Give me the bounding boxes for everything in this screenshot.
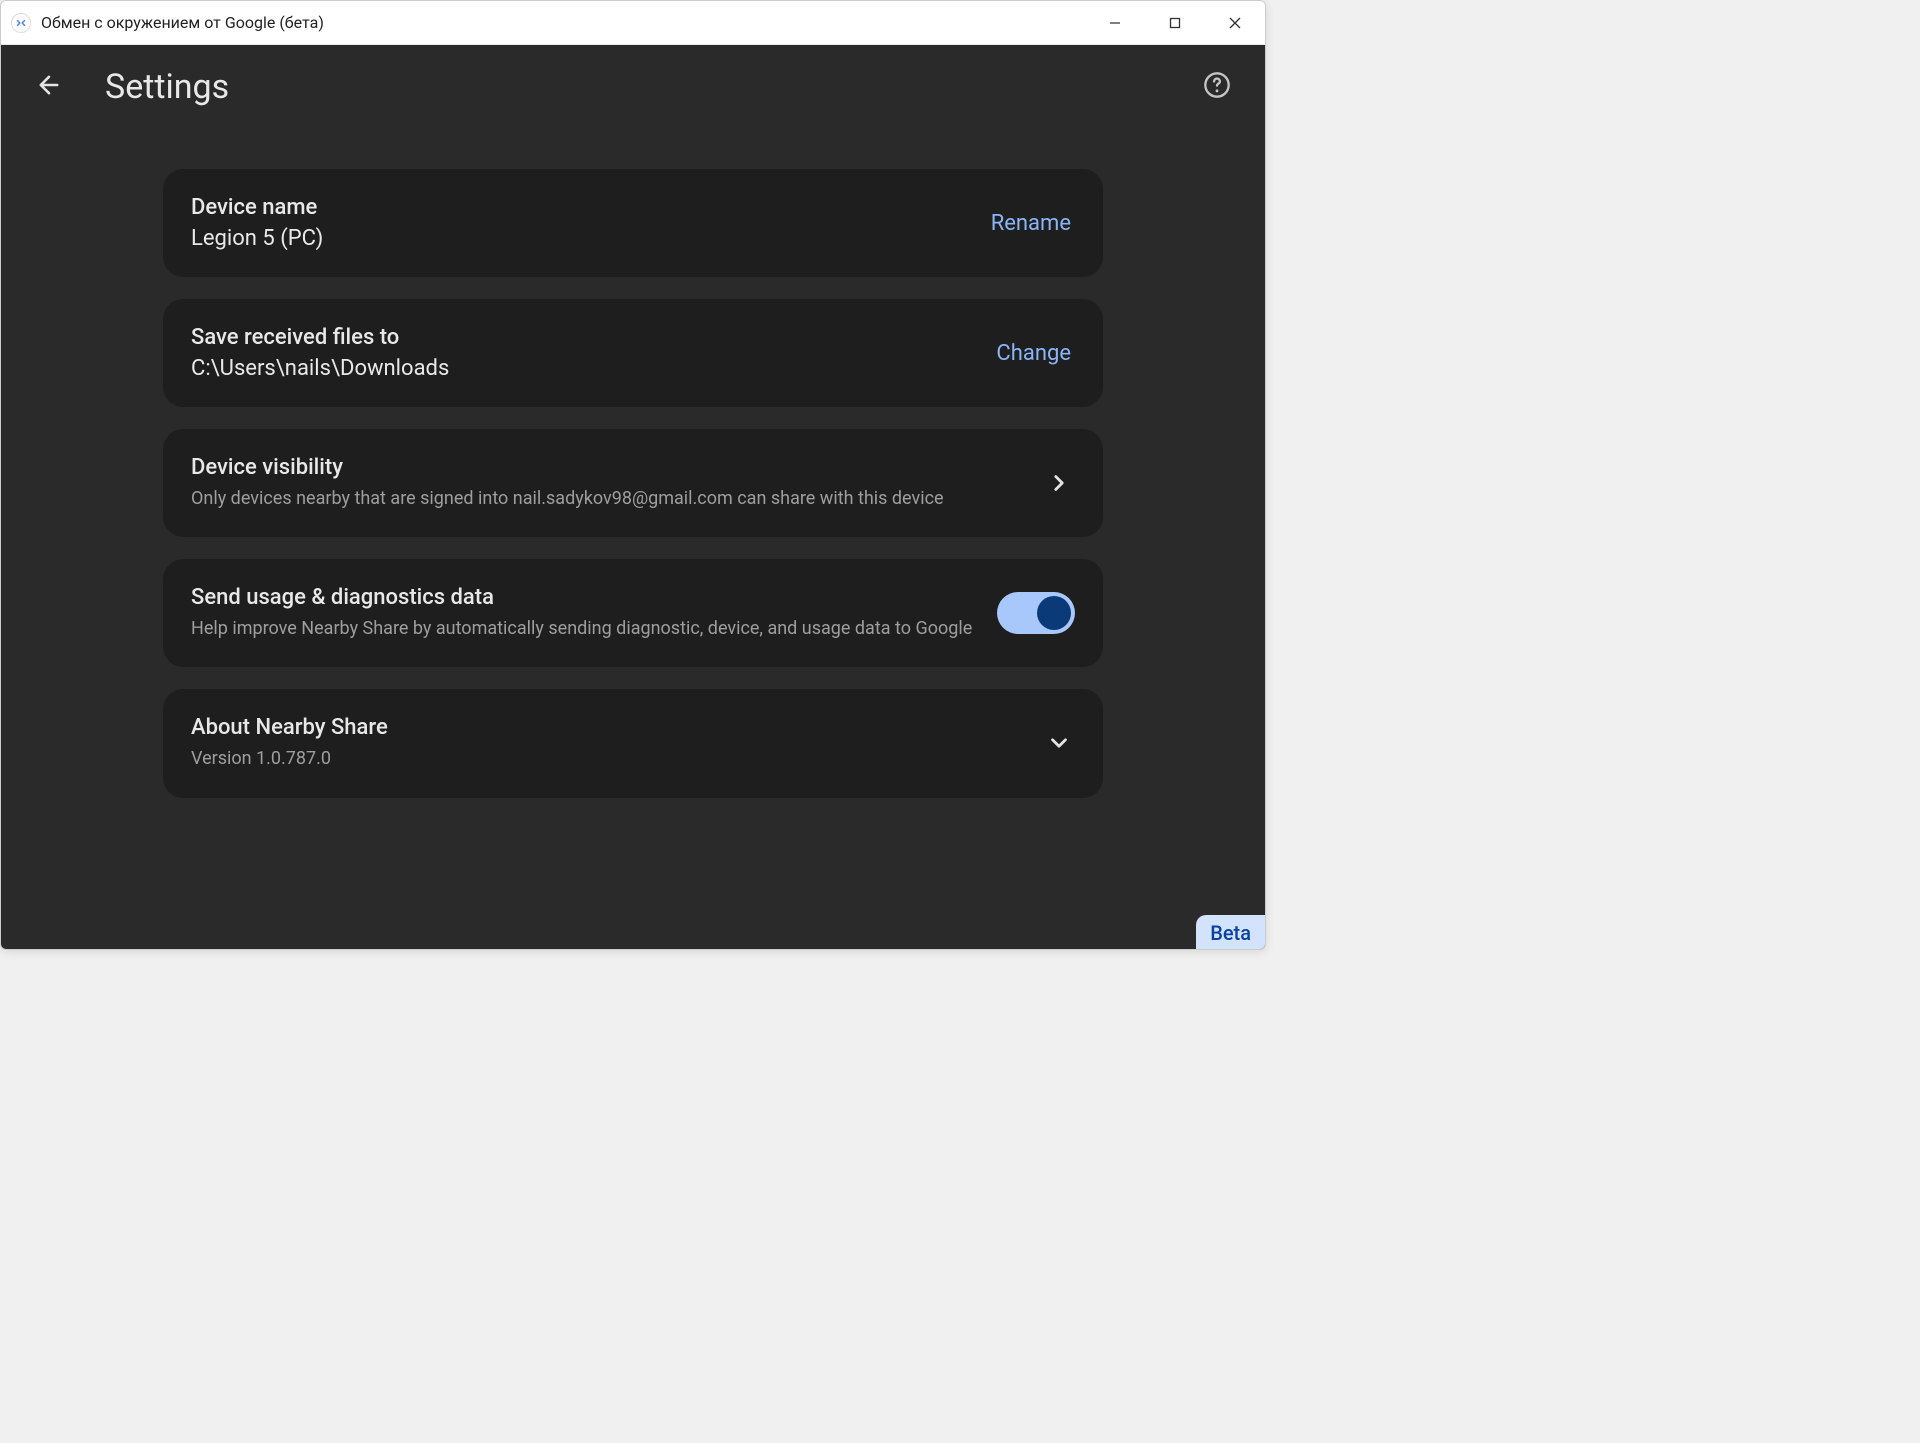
window-title: Обмен с окружением от Google (бета)	[41, 13, 1085, 32]
save-path-value: C:\Users\nails\Downloads	[191, 356, 972, 381]
device-name-label: Device name	[191, 195, 967, 220]
app-content: Settings Device name Legion 5 (PC) Renam…	[1, 45, 1265, 949]
page-title: Settings	[105, 67, 229, 107]
maximize-button[interactable]	[1145, 1, 1205, 44]
help-icon	[1203, 71, 1231, 103]
diagnostics-desc: Help improve Nearby Share by automatical…	[191, 616, 977, 641]
about-version: Version 1.0.787.0	[191, 746, 1023, 771]
about-text: About Nearby Share Version 1.0.787.0	[191, 715, 1023, 771]
window-controls	[1085, 1, 1265, 44]
save-path-card: Save received files to C:\Users\nails\Do…	[163, 299, 1103, 407]
device-name-value: Legion 5 (PC)	[191, 226, 967, 251]
minimize-button[interactable]	[1085, 1, 1145, 44]
about-label: About Nearby Share	[191, 715, 1023, 740]
save-path-text: Save received files to C:\Users\nails\Do…	[191, 325, 972, 381]
diagnostics-toggle[interactable]	[997, 592, 1075, 634]
visibility-desc: Only devices nearby that are signed into…	[191, 486, 1023, 511]
toggle-knob	[1037, 596, 1071, 630]
about-card[interactable]: About Nearby Share Version 1.0.787.0	[163, 689, 1103, 797]
header: Settings	[1, 45, 1265, 129]
visibility-label: Device visibility	[191, 455, 1023, 480]
diagnostics-text: Send usage & diagnostics data Help impro…	[191, 585, 977, 641]
visibility-card[interactable]: Device visibility Only devices nearby th…	[163, 429, 1103, 537]
diagnostics-label: Send usage & diagnostics data	[191, 585, 977, 610]
app-icon	[11, 13, 31, 33]
device-name-card: Device name Legion 5 (PC) Rename	[163, 169, 1103, 277]
device-name-text: Device name Legion 5 (PC)	[191, 195, 967, 251]
rename-button[interactable]: Rename	[987, 203, 1075, 244]
diagnostics-card: Send usage & diagnostics data Help impro…	[163, 559, 1103, 667]
save-path-label: Save received files to	[191, 325, 972, 350]
close-button[interactable]	[1205, 1, 1265, 44]
help-button[interactable]	[1197, 67, 1237, 107]
app-window: Обмен с окружением от Google (бета) Sett…	[0, 0, 1266, 950]
settings-list: Device name Legion 5 (PC) Rename Save re…	[1, 129, 1265, 949]
titlebar: Обмен с окружением от Google (бета)	[1, 1, 1265, 45]
change-path-button[interactable]: Change	[992, 333, 1075, 374]
visibility-text: Device visibility Only devices nearby th…	[191, 455, 1023, 511]
back-button[interactable]	[29, 67, 69, 107]
beta-badge: Beta	[1196, 915, 1265, 949]
chevron-right-icon	[1043, 467, 1075, 499]
arrow-left-icon	[35, 71, 63, 103]
chevron-down-icon	[1043, 727, 1075, 759]
